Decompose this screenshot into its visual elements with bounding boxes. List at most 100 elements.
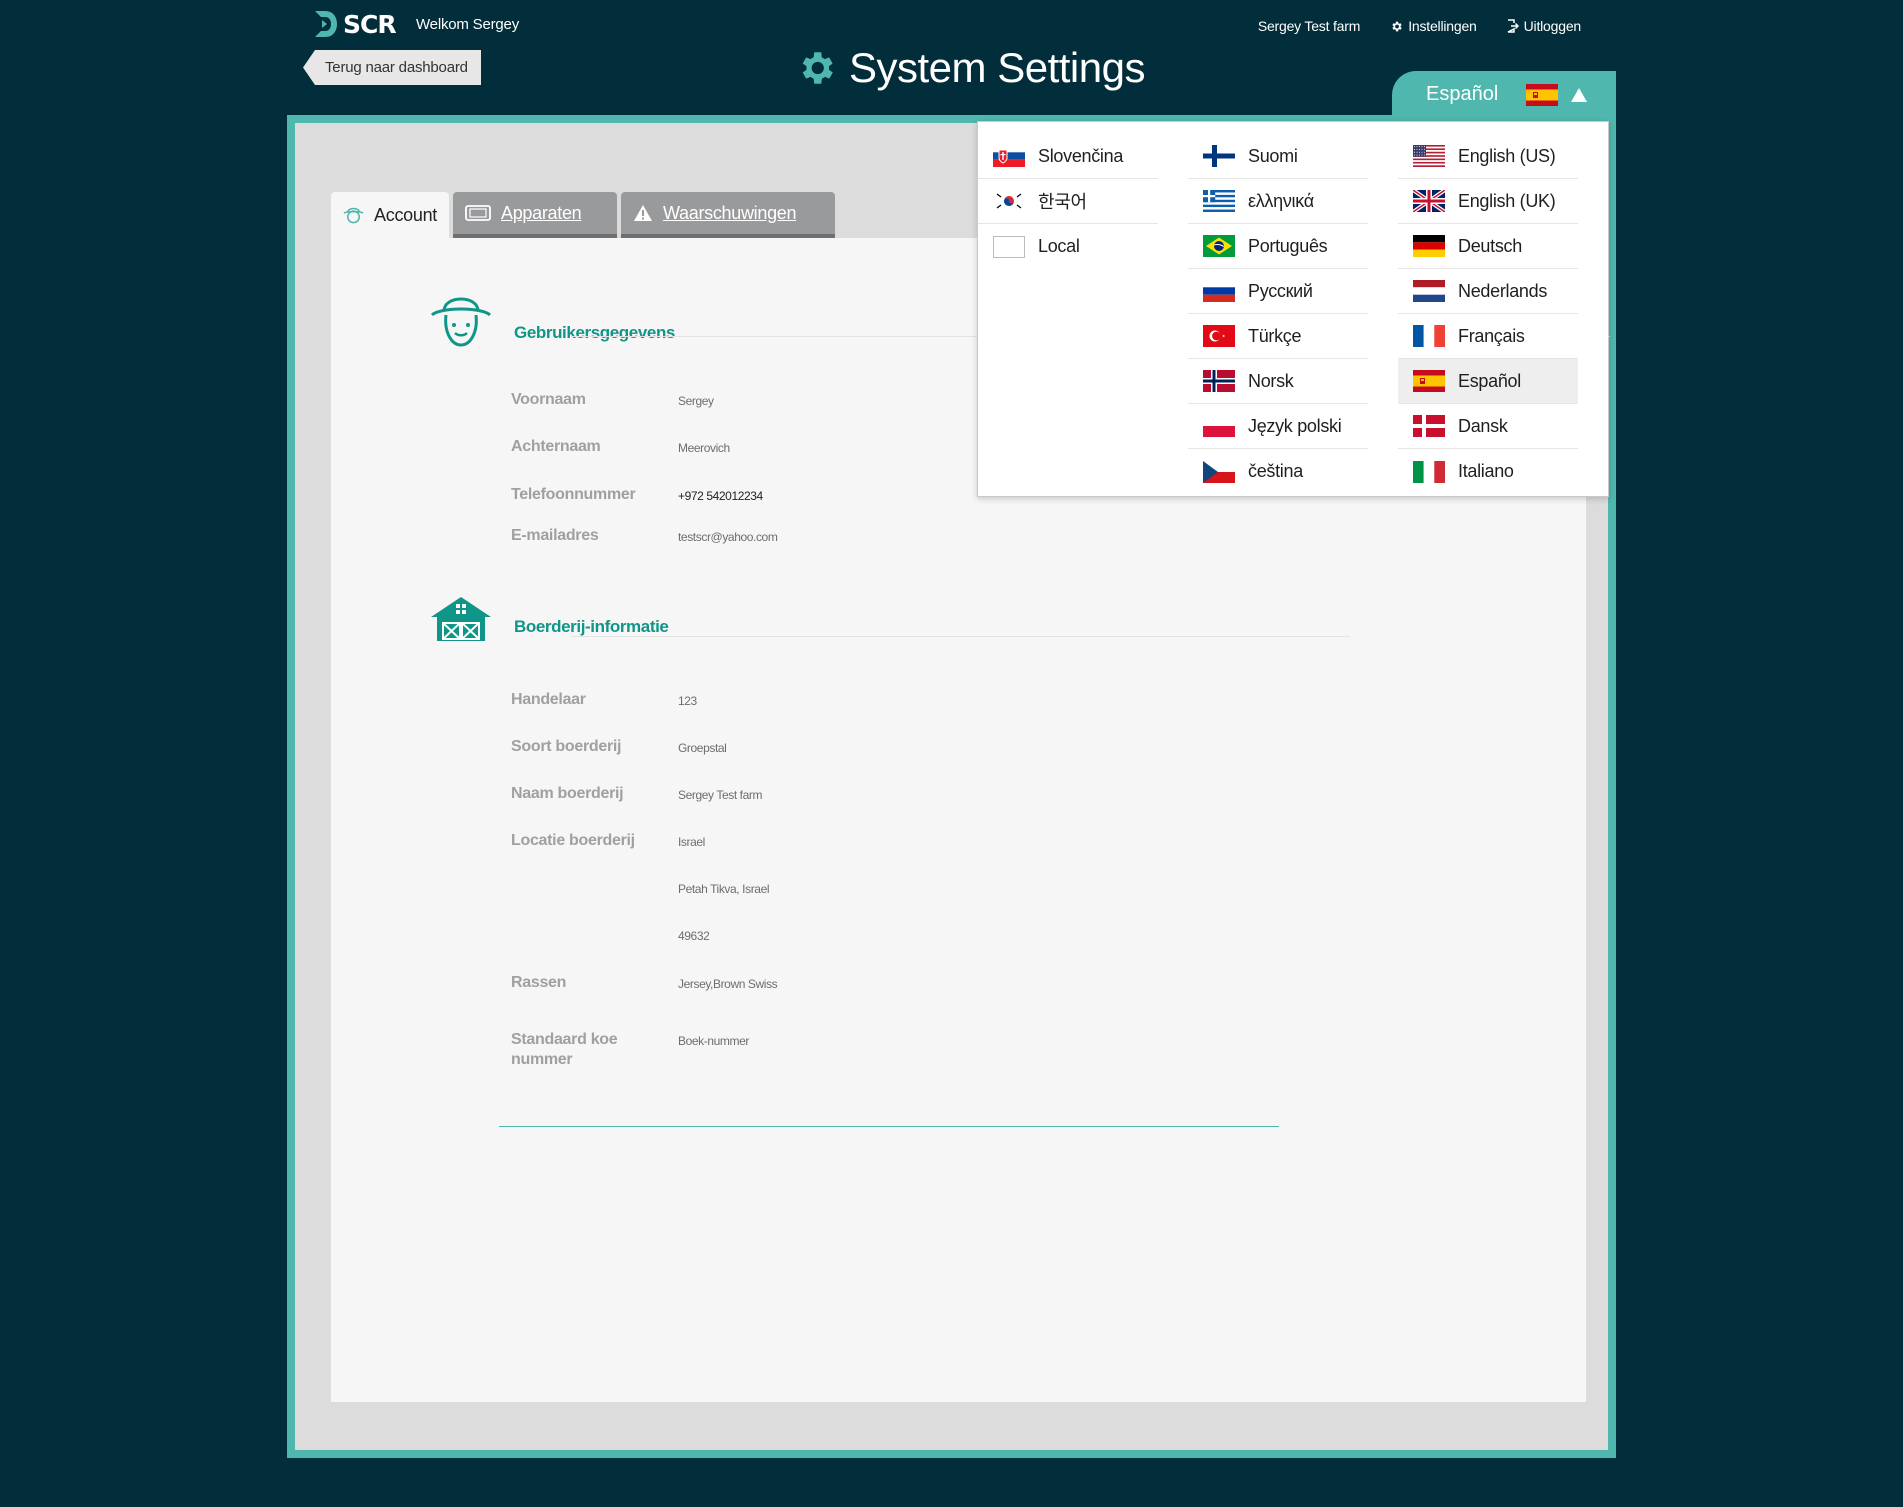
tab-waarschuwingen-label: Waarschuwingen xyxy=(663,202,797,223)
language-option-usa[interactable]: English (US) xyxy=(1398,134,1578,179)
farmer-icon xyxy=(343,207,364,224)
device-icon xyxy=(465,205,491,221)
poland-flag-icon xyxy=(1203,415,1235,437)
language-option-label: English (US) xyxy=(1458,145,1556,166)
farm-type-value: Groepstal xyxy=(678,741,727,755)
user-section-title: Gebruikersgegevens xyxy=(514,323,675,342)
language-option-label: Norsk xyxy=(1248,370,1294,391)
language-option-finland[interactable]: Suomi xyxy=(1188,134,1368,179)
farmer-icon xyxy=(430,297,492,347)
language-option-label: Slovenčina xyxy=(1038,145,1124,166)
tab-apparaten[interactable]: Apparaten xyxy=(453,192,617,238)
dealer-value: 123 xyxy=(678,694,697,708)
language-option-czech[interactable]: čeština xyxy=(1188,449,1368,494)
language-option-label: Nederlands xyxy=(1458,280,1548,301)
norway-flag-icon xyxy=(1203,370,1235,392)
language-option-netherlands[interactable]: Nederlands xyxy=(1398,269,1578,314)
language-selector[interactable]: Español xyxy=(1392,71,1616,118)
language-option-denmark[interactable]: Dansk xyxy=(1398,404,1578,449)
blank-flag-icon xyxy=(993,235,1025,258)
welcome-text: Welkom Sergey xyxy=(416,16,519,33)
language-option-uk[interactable]: English (UK) xyxy=(1398,179,1578,224)
email-label: E-mailadres xyxy=(511,527,599,544)
language-option-label: čeština xyxy=(1248,461,1303,481)
south-korea-flag-icon xyxy=(993,190,1025,212)
language-option-blank[interactable]: Local xyxy=(978,224,1158,269)
spain-flag-icon xyxy=(1526,83,1558,106)
language-option-label: Français xyxy=(1458,325,1525,346)
tab-apparaten-label: Apparaten xyxy=(501,202,582,223)
finland-flag-icon xyxy=(1203,145,1235,167)
farm-type-label: Soort boerderij xyxy=(511,738,622,755)
farm-location-label: Locatie boerderij xyxy=(511,832,635,849)
language-option-south-korea[interactable]: 한국어 xyxy=(978,179,1158,224)
language-option-greece[interactable]: ελληνικά xyxy=(1188,179,1368,224)
usa-flag-icon xyxy=(1413,145,1445,167)
lastname-label: Achternaam xyxy=(511,438,601,455)
language-option-italy[interactable]: Italiano xyxy=(1398,449,1578,494)
phone-label: Telefoonnummer xyxy=(511,486,636,503)
language-option-label: Local xyxy=(1038,236,1080,256)
language-dropdown: Slovenčina 한국어 Local Suomi ελληνικά Portuguê… xyxy=(977,121,1609,497)
language-option-label: ελληνικά xyxy=(1248,190,1314,211)
page-title-text: System Settings xyxy=(849,44,1145,91)
language-option-label: Português xyxy=(1248,235,1328,256)
turkey-flag-icon xyxy=(1203,325,1235,347)
cow-number-label: Standaard koe nummer xyxy=(511,1031,618,1068)
warning-icon xyxy=(634,205,652,221)
czech-flag-icon xyxy=(1203,460,1235,483)
language-option-france[interactable]: Français xyxy=(1398,314,1578,359)
logout-icon xyxy=(1507,19,1519,33)
language-option-brazil[interactable]: Português xyxy=(1188,224,1368,269)
denmark-flag-icon xyxy=(1413,415,1445,437)
spain-flag-icon xyxy=(1413,370,1445,392)
language-option-turkey[interactable]: Türkçe xyxy=(1188,314,1368,359)
dealer-label: Handelaar xyxy=(511,691,586,708)
netherlands-flag-icon xyxy=(1413,280,1445,302)
tab-bar: Account Apparaten Waarschuwingen xyxy=(331,192,835,238)
language-option-russia[interactable]: Русский xyxy=(1188,269,1368,314)
gear-icon xyxy=(1392,21,1402,31)
language-option-label: English (UK) xyxy=(1458,190,1556,211)
language-column: English (US) English (UK) Deutsch Nederland… xyxy=(1398,134,1578,494)
language-option-label: Język polski xyxy=(1248,415,1342,436)
uk-flag-icon xyxy=(1413,190,1445,212)
farm-city-value: Petah Tikva, Israel xyxy=(678,882,770,896)
email-value: testscr@yahoo.com xyxy=(678,530,778,544)
language-option-poland[interactable]: Język polski xyxy=(1188,404,1368,449)
language-option-norway[interactable]: Norsk xyxy=(1188,359,1368,404)
france-flag-icon xyxy=(1413,325,1445,347)
tab-waarschuwingen[interactable]: Waarschuwingen xyxy=(621,192,835,238)
farm-location-value: Israel xyxy=(678,835,705,849)
greece-flag-icon xyxy=(1203,190,1235,212)
divider xyxy=(571,636,1350,637)
farm-link[interactable]: Sergey Test farm xyxy=(1258,18,1361,34)
language-option-slovakia[interactable]: Slovenčina xyxy=(978,134,1158,179)
russia-flag-icon xyxy=(1203,280,1235,302)
logout-label: Uitloggen xyxy=(1523,18,1582,34)
scr-logo[interactable]: SCR xyxy=(313,8,397,40)
language-option-label: Türkçe xyxy=(1248,325,1302,346)
farm-name-value: Sergey Test farm xyxy=(678,788,763,802)
back-to-dashboard-button[interactable]: Terug naar dashboard xyxy=(303,50,481,85)
language-option-spain[interactable]: Español xyxy=(1398,359,1578,404)
user-section-header: Gebruikersgegevens xyxy=(430,293,675,349)
gear-icon xyxy=(802,52,833,84)
settings-link[interactable]: Instellingen xyxy=(1390,18,1477,34)
breeds-value: Jersey,Brown Swiss xyxy=(678,977,778,991)
language-option-label: Русский xyxy=(1248,280,1313,301)
page-title: System Settings xyxy=(795,40,1145,96)
farm-section-title: Boerderij-informatie xyxy=(514,617,669,636)
tab-account[interactable]: Account xyxy=(331,192,449,238)
logout-link[interactable]: Uitloggen xyxy=(1507,18,1581,34)
breeds-label: Rassen xyxy=(511,974,567,991)
firstname-label: Voornaam xyxy=(511,391,586,408)
brazil-flag-icon xyxy=(1203,235,1235,257)
language-option-label: Español xyxy=(1458,370,1521,391)
tab-account-label: Account xyxy=(374,204,437,225)
language-option-label: 한국어 xyxy=(1038,192,1087,212)
cow-number-value: Boek-nummer xyxy=(678,1034,749,1048)
farm-zip-value: 49632 xyxy=(678,929,710,943)
farm-name-label: Naam boerderij xyxy=(511,785,624,802)
language-option-germany[interactable]: Deutsch xyxy=(1398,224,1578,269)
